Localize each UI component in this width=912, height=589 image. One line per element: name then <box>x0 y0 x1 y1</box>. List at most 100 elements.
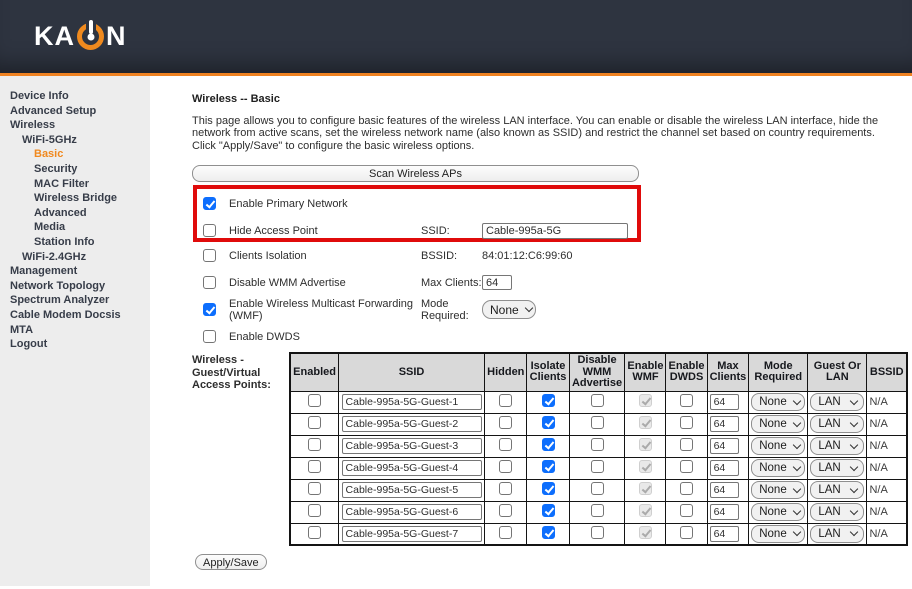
guest-hidden-checkbox[interactable] <box>499 416 512 429</box>
guest-hidden-checkbox[interactable] <box>499 526 512 539</box>
sidebar-item-wifi-2-4ghz[interactable]: WiFi-2.4GHz <box>0 250 150 265</box>
guest-isolate-clients-checkbox[interactable] <box>542 526 555 539</box>
guest-cell <box>527 413 569 435</box>
sidebar-item-spectrum-analyzer[interactable]: Spectrum Analyzer <box>0 293 150 308</box>
sidebar-item-wifi-5ghz[interactable]: WiFi-5GHz <box>0 133 150 148</box>
sidebar-item-logout[interactable]: Logout <box>0 337 150 352</box>
mode-required-select[interactable]: None <box>482 300 536 319</box>
guest-ssid-input[interactable] <box>342 438 482 454</box>
enable-wmf-checkbox[interactable] <box>203 303 216 316</box>
guest-isolate-clients-checkbox[interactable] <box>542 460 555 473</box>
guest-max-clients-input[interactable] <box>710 438 739 454</box>
sidebar-item-management[interactable]: Management <box>0 264 150 279</box>
guest-bssid-value: N/A <box>867 435 907 457</box>
sidebar-item-basic[interactable]: Basic <box>0 147 150 162</box>
guest-disable-wmm-checkbox[interactable] <box>591 482 604 495</box>
guest-enabled-checkbox[interactable] <box>308 526 321 539</box>
guest-enable-dwds-checkbox[interactable] <box>680 394 693 407</box>
guest-max-clients-input[interactable] <box>710 416 739 432</box>
ssid-input[interactable] <box>482 223 628 239</box>
guest-max-clients-input[interactable] <box>710 394 739 410</box>
guest-cell: None <box>749 413 808 435</box>
sidebar-item-station-info[interactable]: Station Info <box>0 235 150 250</box>
guest-enable-dwds-checkbox[interactable] <box>680 482 693 495</box>
guest-ssid-input[interactable] <box>342 504 482 520</box>
sidebar-item-mac-filter[interactable]: MAC Filter <box>0 177 150 192</box>
guest-isolate-clients-checkbox[interactable] <box>542 394 555 407</box>
guest-hidden-checkbox[interactable] <box>499 504 512 517</box>
guest-ssid-input[interactable] <box>342 460 482 476</box>
guest-or-lan-select[interactable]: LAN <box>810 503 864 521</box>
guest-max-clients-input[interactable] <box>710 526 739 542</box>
sidebar-item-advanced-setup[interactable]: Advanced Setup <box>0 104 150 119</box>
guest-isolate-clients-checkbox[interactable] <box>542 504 555 517</box>
guest-isolate-clients-checkbox[interactable] <box>542 482 555 495</box>
guest-enabled-checkbox[interactable] <box>308 460 321 473</box>
guest-or-lan-select[interactable]: LAN <box>810 415 864 433</box>
guest-mode-required-select[interactable]: None <box>751 481 805 499</box>
guest-enabled-checkbox[interactable] <box>308 394 321 407</box>
guest-enable-wmf-checkbox <box>639 526 652 539</box>
guest-or-lan-select[interactable]: LAN <box>810 481 864 499</box>
guest-isolate-clients-checkbox[interactable] <box>542 416 555 429</box>
guest-mode-required-select[interactable]: None <box>751 525 805 543</box>
enable-primary-network-checkbox[interactable] <box>203 197 216 210</box>
option-row-enable-primary-network: Enable Primary Network <box>197 190 637 217</box>
guest-enable-dwds-checkbox[interactable] <box>680 504 693 517</box>
max-clients-input[interactable] <box>482 275 512 290</box>
guest-or-lan-select[interactable]: LAN <box>810 459 864 477</box>
guest-enable-dwds-checkbox[interactable] <box>680 416 693 429</box>
guest-enable-dwds-checkbox[interactable] <box>680 460 693 473</box>
column-header-mode-required: Mode Required <box>749 353 808 391</box>
sidebar-item-network-topology[interactable]: Network Topology <box>0 279 150 294</box>
guest-mode-required-select[interactable]: None <box>751 415 805 433</box>
guest-enabled-checkbox[interactable] <box>308 416 321 429</box>
guest-ssid-input[interactable] <box>342 526 482 542</box>
guest-mode-required-select[interactable]: None <box>751 459 805 477</box>
sidebar-item-wireless[interactable]: Wireless <box>0 118 150 133</box>
guest-disable-wmm-checkbox[interactable] <box>591 504 604 517</box>
guest-cell <box>666 479 707 501</box>
sidebar-item-media[interactable]: Media <box>0 220 150 235</box>
guest-max-clients-input[interactable] <box>710 460 739 476</box>
guest-max-clients-input[interactable] <box>710 504 739 520</box>
sidebar-item-advanced[interactable]: Advanced <box>0 206 150 221</box>
guest-ssid-input[interactable] <box>342 482 482 498</box>
sidebar-item-cable-modem-docsis[interactable]: Cable Modem Docsis <box>0 308 150 323</box>
guest-disable-wmm-checkbox[interactable] <box>591 438 604 451</box>
guest-or-lan-select[interactable]: LAN <box>810 525 864 543</box>
guest-or-lan-select[interactable]: LAN <box>810 437 864 455</box>
clients-isolation-checkbox[interactable] <box>203 249 216 262</box>
guest-disable-wmm-checkbox[interactable] <box>591 526 604 539</box>
guest-cell <box>707 523 749 545</box>
guest-hidden-checkbox[interactable] <box>499 394 512 407</box>
guest-enabled-checkbox[interactable] <box>308 482 321 495</box>
guest-mode-required-select[interactable]: None <box>751 503 805 521</box>
sidebar-item-device-info[interactable]: Device Info <box>0 89 150 104</box>
sidebar-item-security[interactable]: Security <box>0 162 150 177</box>
guest-disable-wmm-checkbox[interactable] <box>591 460 604 473</box>
guest-enable-dwds-checkbox[interactable] <box>680 526 693 539</box>
guest-hidden-checkbox[interactable] <box>499 482 512 495</box>
guest-enabled-checkbox[interactable] <box>308 504 321 517</box>
sidebar-item-wireless-bridge[interactable]: Wireless Bridge <box>0 191 150 206</box>
sidebar-item-mta[interactable]: MTA <box>0 323 150 338</box>
guest-ssid-input[interactable] <box>342 416 482 432</box>
guest-hidden-checkbox[interactable] <box>499 460 512 473</box>
guest-disable-wmm-checkbox[interactable] <box>591 394 604 407</box>
enable-dwds-checkbox[interactable] <box>203 330 216 343</box>
guest-ssid-input[interactable] <box>342 394 482 410</box>
guest-mode-required-select[interactable]: None <box>751 437 805 455</box>
guest-max-clients-input[interactable] <box>710 482 739 498</box>
hide-access-point-checkbox[interactable] <box>203 224 216 237</box>
scan-wireless-aps-button[interactable]: Scan Wireless APs <box>192 165 639 182</box>
guest-enable-dwds-checkbox[interactable] <box>680 438 693 451</box>
guest-or-lan-select[interactable]: LAN <box>810 393 864 411</box>
guest-disable-wmm-checkbox[interactable] <box>591 416 604 429</box>
guest-enabled-checkbox[interactable] <box>308 438 321 451</box>
guest-mode-required-select[interactable]: None <box>751 393 805 411</box>
apply-save-button[interactable]: Apply/Save <box>195 554 267 570</box>
disable-wmm-advertise-checkbox[interactable] <box>203 276 216 289</box>
guest-isolate-clients-checkbox[interactable] <box>542 438 555 451</box>
guest-hidden-checkbox[interactable] <box>499 438 512 451</box>
